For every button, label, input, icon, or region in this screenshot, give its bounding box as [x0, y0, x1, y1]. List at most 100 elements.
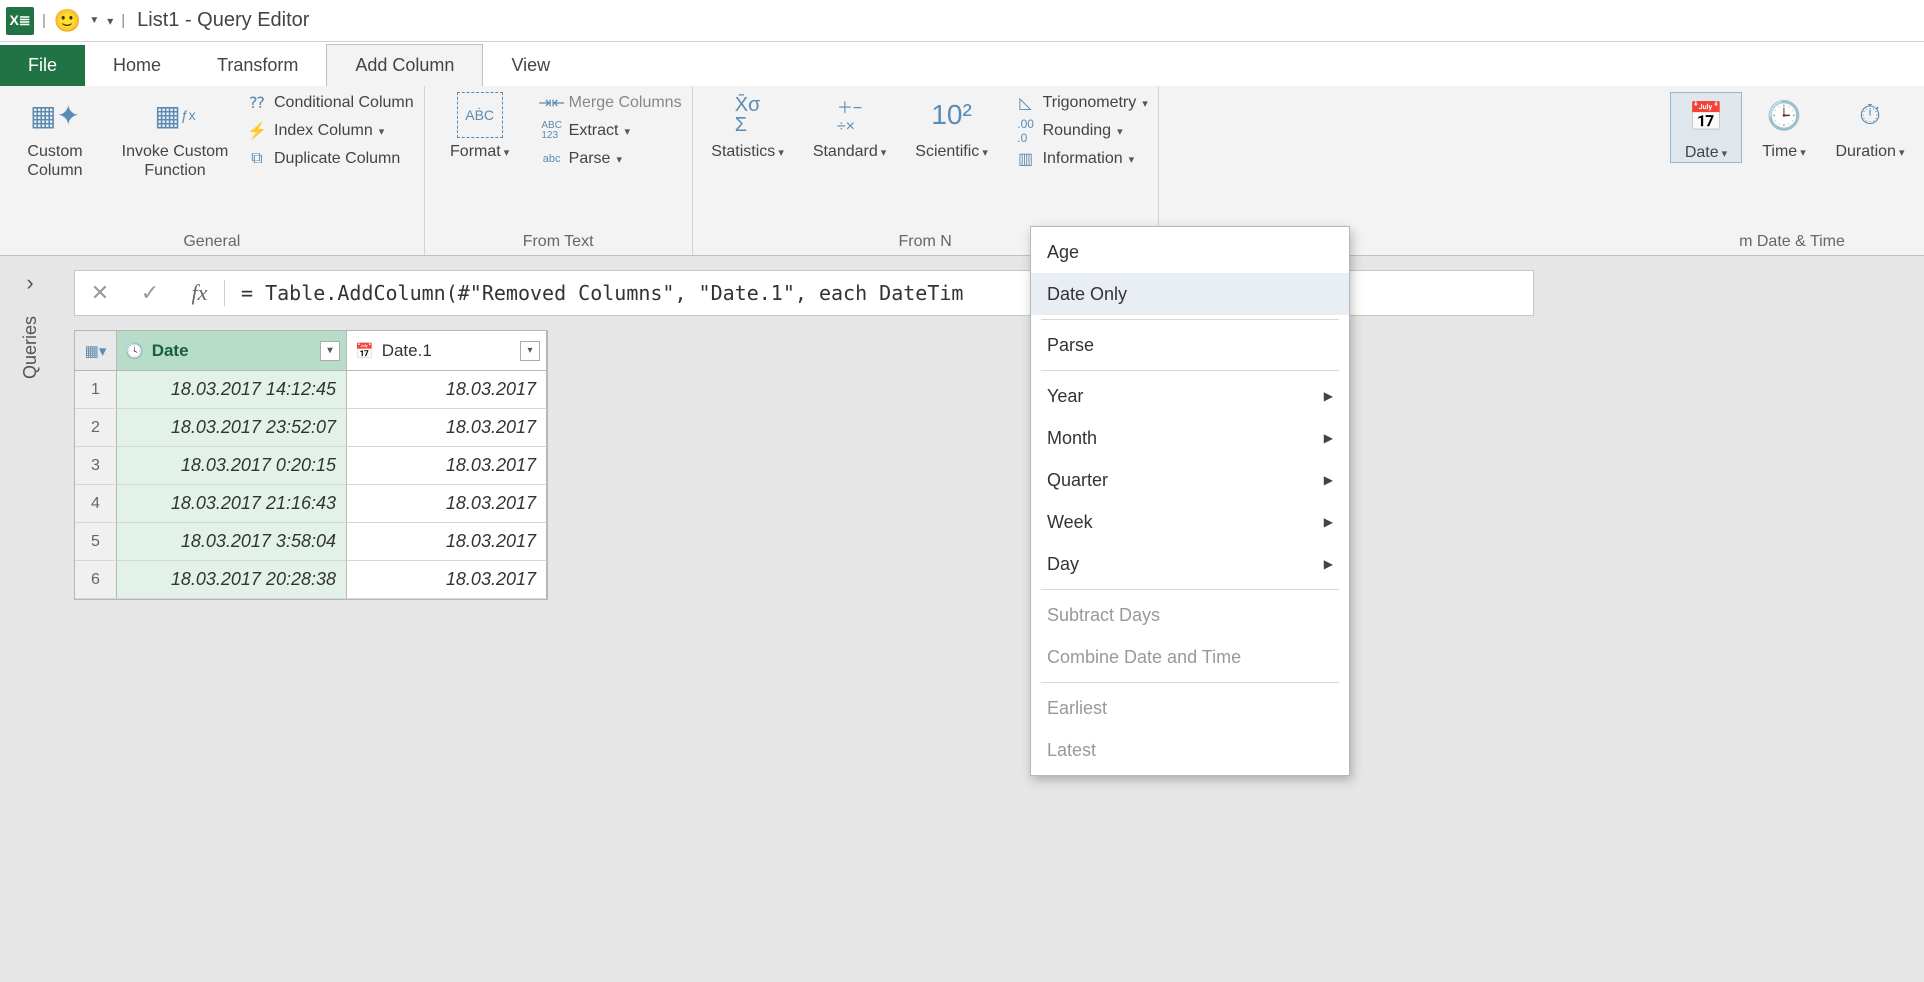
table-row[interactable]: 118.03.2017 14:12:4518.03.2017: [75, 371, 547, 409]
standard-icon: ＋−÷×: [827, 92, 873, 138]
sidebar-label: Queries: [20, 316, 41, 379]
menu-combine-date-time: Combine Date and Time: [1031, 636, 1349, 678]
menu-age[interactable]: Age: [1031, 231, 1349, 273]
tab-add-column[interactable]: Add Column: [326, 44, 483, 86]
grid-header: ▦▾ 🕓 Date ▾ 📅 Date.1 ▾: [75, 331, 547, 371]
cell-date[interactable]: 18.03.2017 21:16:43: [117, 485, 347, 523]
ribbon-group-general-label: General: [10, 229, 414, 251]
smiley-icon[interactable]: 🙂: [54, 8, 81, 34]
cell-date[interactable]: 18.03.2017 3:58:04: [117, 523, 347, 561]
menu-day[interactable]: Day: [1031, 543, 1349, 585]
sidebar-expand-icon[interactable]: ›: [26, 270, 33, 296]
information-label: Information: [1043, 150, 1123, 168]
statistics-label: Statistics: [711, 142, 784, 161]
menu-separator: [1041, 682, 1339, 683]
column-header-date1[interactable]: 📅 Date.1 ▾: [347, 331, 547, 371]
table-row[interactable]: 318.03.2017 0:20:1518.03.2017: [75, 447, 547, 485]
separator: |: [42, 12, 46, 29]
index-column-button[interactable]: ⚡ Index Column: [246, 120, 414, 142]
scientific-label: Scientific: [915, 142, 988, 161]
separator: |: [121, 12, 125, 29]
table-row[interactable]: 618.03.2017 20:28:3818.03.2017: [75, 561, 547, 599]
row-number[interactable]: 5: [75, 523, 117, 561]
formula-text[interactable]: = Table.AddColumn(#"Removed Columns", "D…: [225, 281, 979, 305]
column-filter-icon[interactable]: ▾: [320, 341, 340, 361]
ribbon-group-date-time-label: m Date & Time: [1670, 229, 1914, 251]
column-header-date-label: Date: [152, 341, 189, 361]
menu-subtract-days: Subtract Days: [1031, 594, 1349, 636]
conditional-column-label: Conditional Column: [274, 94, 414, 112]
table-row[interactable]: 218.03.2017 23:52:0718.03.2017: [75, 409, 547, 447]
menu-latest: Latest: [1031, 729, 1349, 771]
conditional-column-button[interactable]: ⁇ Conditional Column: [246, 92, 414, 114]
menu-month[interactable]: Month: [1031, 417, 1349, 459]
statistics-icon: X̄σΣ: [725, 92, 771, 138]
menu-separator: [1041, 370, 1339, 371]
qat-dropdown-icon[interactable]: ▼: [89, 15, 99, 26]
grid-corner[interactable]: ▦▾: [75, 331, 117, 371]
rounding-label: Rounding: [1043, 122, 1112, 140]
date-dropdown-menu: Age Date Only Parse Year Month Quarter W…: [1030, 226, 1350, 776]
custom-column-button[interactable]: ▦✦ Custom Column: [10, 92, 100, 180]
cell-date[interactable]: 18.03.2017 14:12:45: [117, 371, 347, 409]
formula-fx-icon[interactable]: fx: [175, 280, 225, 306]
duplicate-column-button[interactable]: ⧉ Duplicate Column: [246, 148, 414, 170]
table-row[interactable]: 418.03.2017 21:16:4318.03.2017: [75, 485, 547, 523]
column-header-date[interactable]: 🕓 Date ▾: [117, 331, 347, 371]
time-icon: 🕒: [1761, 92, 1807, 138]
row-number[interactable]: 6: [75, 561, 117, 599]
menu-week[interactable]: Week: [1031, 501, 1349, 543]
cell-date1[interactable]: 18.03.2017: [347, 447, 547, 485]
conditional-column-icon: ⁇: [246, 92, 268, 114]
ribbon-group-date-time: 📅 Date 🕒 Time ⏱ Duration m Date & Time: [1660, 86, 1924, 255]
menu-parse[interactable]: Parse: [1031, 324, 1349, 366]
time-label: Time: [1762, 142, 1806, 161]
menu-earliest: Earliest: [1031, 687, 1349, 729]
trigonometry-label: Trigonometry: [1043, 94, 1137, 112]
extract-button[interactable]: ABC123 Extract: [541, 120, 682, 142]
qat-customize-icon[interactable]: ▾: [107, 14, 113, 28]
menu-year[interactable]: Year: [1031, 375, 1349, 417]
formula-cancel-icon[interactable]: ✕: [75, 280, 125, 306]
ribbon: ▦✦ Custom Column ▦ƒx Invoke Custom Funct…: [0, 86, 1924, 256]
tab-view[interactable]: View: [483, 45, 578, 86]
row-number[interactable]: 4: [75, 485, 117, 523]
ribbon-group-from-text-label: From Text: [435, 229, 682, 251]
custom-column-label: Custom Column: [27, 142, 82, 180]
invoke-custom-function-button[interactable]: ▦ƒx Invoke Custom Function: [110, 92, 240, 180]
parse-label: Parse: [569, 150, 611, 168]
cell-date1[interactable]: 18.03.2017: [347, 485, 547, 523]
row-number[interactable]: 3: [75, 447, 117, 485]
row-number[interactable]: 2: [75, 409, 117, 447]
row-number[interactable]: 1: [75, 371, 117, 409]
ribbon-group-general: ▦✦ Custom Column ▦ƒx Invoke Custom Funct…: [0, 86, 425, 255]
parse-button[interactable]: abc Parse: [541, 148, 682, 170]
information-button: ▥ Information: [1015, 148, 1148, 170]
tab-file[interactable]: File: [0, 45, 85, 86]
rounding-button: .00.0 Rounding: [1015, 120, 1148, 142]
menu-quarter[interactable]: Quarter: [1031, 459, 1349, 501]
formula-accept-icon[interactable]: ✓: [125, 280, 175, 306]
cell-date1[interactable]: 18.03.2017: [347, 561, 547, 599]
tab-home[interactable]: Home: [85, 45, 189, 86]
tab-transform[interactable]: Transform: [189, 45, 326, 86]
rounding-icon: .00.0: [1015, 120, 1037, 142]
table-row[interactable]: 518.03.2017 3:58:0418.03.2017: [75, 523, 547, 561]
time-button[interactable]: 🕒 Time: [1750, 92, 1818, 163]
duplicate-column-icon: ⧉: [246, 148, 268, 170]
menu-date-only[interactable]: Date Only: [1031, 273, 1349, 315]
duration-icon: ⏱: [1847, 92, 1893, 138]
menu-week-label: Week: [1047, 512, 1093, 533]
cell-date1[interactable]: 18.03.2017: [347, 523, 547, 561]
cell-date1[interactable]: 18.03.2017: [347, 409, 547, 447]
cell-date[interactable]: 18.03.2017 23:52:07: [117, 409, 347, 447]
menu-quarter-label: Quarter: [1047, 470, 1108, 491]
cell-date[interactable]: 18.03.2017 20:28:38: [117, 561, 347, 599]
standard-label: Standard: [813, 142, 887, 161]
column-filter-icon[interactable]: ▾: [520, 341, 540, 361]
cell-date1[interactable]: 18.03.2017: [347, 371, 547, 409]
date-button[interactable]: 📅 Date: [1670, 92, 1742, 163]
cell-date[interactable]: 18.03.2017 0:20:15: [117, 447, 347, 485]
format-button[interactable]: AḂC Format: [435, 92, 525, 170]
standard-button: ＋−÷× Standard: [805, 92, 895, 161]
